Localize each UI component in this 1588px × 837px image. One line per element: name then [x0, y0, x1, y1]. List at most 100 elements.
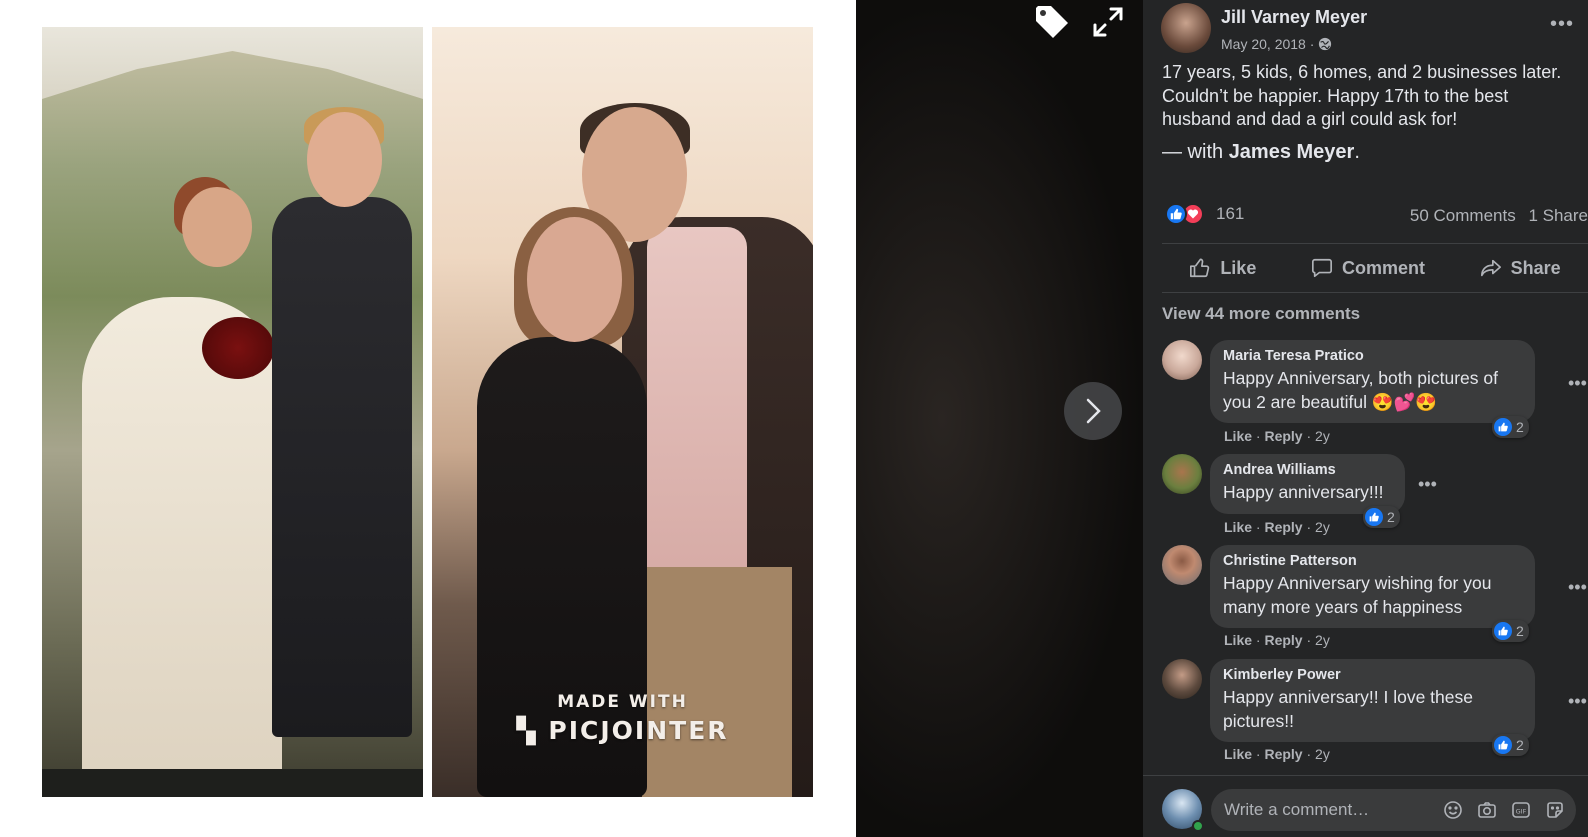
shares-count-link[interactable]: 1 Share [1528, 206, 1588, 225]
comment-meta: Like · Reply · 2y [1224, 632, 1330, 648]
man-shirt [647, 227, 747, 587]
like-reaction-icon [1494, 736, 1512, 754]
commenter-name[interactable]: Andrea Williams [1223, 462, 1392, 478]
comment-reply-link[interactable]: Reply [1264, 519, 1302, 535]
comment-meta: Like · Reply · 2y [1224, 746, 1330, 762]
comment-reaction-count: 2 [1516, 737, 1524, 753]
like-reaction-icon [1165, 203, 1187, 225]
comment-age[interactable]: 2y [1315, 519, 1330, 535]
comment-icon [1311, 258, 1332, 278]
comment-button[interactable]: Comment [1311, 257, 1425, 279]
emoji-icon[interactable] [1442, 799, 1464, 821]
online-status-icon [1192, 820, 1204, 832]
composer-tools: GIF [1442, 789, 1566, 831]
comment-options-icon[interactable]: ••• [1568, 577, 1587, 598]
comment-label: Comment [1341, 257, 1425, 278]
like-button[interactable]: Like [1189, 257, 1256, 279]
post-timestamp[interactable]: May 20, 2018 · [1221, 36, 1332, 52]
comment-meta: Like · Reply · 2y [1224, 519, 1330, 535]
comment-bubble: Christine Patterson Happy Anniversary wi… [1210, 545, 1535, 628]
comment-options-icon[interactable]: ••• [1568, 373, 1587, 394]
comment-input[interactable] [1224, 800, 1424, 820]
comment-reply-link[interactable]: Reply [1264, 632, 1302, 648]
tag-icon[interactable] [1032, 2, 1072, 42]
comment-text: Happy Anniversary wishing for you many m… [1223, 573, 1492, 617]
commenter-avatar[interactable] [1162, 454, 1202, 494]
comment-like-link[interactable]: Like [1224, 519, 1252, 535]
comment-reactions[interactable]: 2 [1492, 620, 1529, 642]
chevron-right-icon [1086, 398, 1101, 424]
post-side-panel: Jill Varney Meyer May 20, 2018 · ••• 17 … [1143, 0, 1588, 837]
gif-icon[interactable]: GIF [1510, 799, 1532, 821]
reaction-count: 161 [1216, 204, 1245, 223]
bouquet [202, 317, 274, 379]
comment-age[interactable]: 2y [1315, 428, 1330, 444]
sticker-icon[interactable] [1544, 799, 1566, 821]
comment-text: Happy anniversary!!! [1223, 482, 1384, 502]
with-suffix: . [1354, 141, 1360, 163]
comment-reaction-count: 2 [1387, 509, 1395, 525]
like-reaction-icon [1494, 622, 1512, 640]
like-reaction-icon [1365, 508, 1383, 526]
with-prefix: — with [1162, 141, 1229, 163]
reactions-summary[interactable]: 161 [1165, 203, 1244, 225]
divider [1162, 292, 1588, 293]
comment-text: Happy anniversary!! I love these picture… [1223, 687, 1473, 731]
post-action-bar: Like Comment Share [1162, 244, 1588, 292]
comment-input-box[interactable]: GIF [1211, 789, 1576, 831]
thumbs-up-icon [1190, 258, 1210, 278]
woman-face [527, 217, 622, 342]
groom-suit [272, 197, 412, 737]
comment-bubble: Kimberley Power Happy anniversary!! I lo… [1210, 659, 1535, 742]
man-pants [642, 567, 792, 797]
comment-age[interactable]: 2y [1315, 746, 1330, 762]
comment-like-link[interactable]: Like [1224, 632, 1252, 648]
comment-reactions[interactable]: 2 [1492, 416, 1529, 438]
share-label: Share [1510, 257, 1561, 278]
divider [1143, 775, 1588, 776]
post-header: Jill Varney Meyer May 20, 2018 · ••• [1161, 3, 1588, 59]
comment-reactions[interactable]: 2 [1363, 506, 1400, 528]
comment-age[interactable]: 2y [1315, 632, 1330, 648]
comment-reply-link[interactable]: Reply [1264, 746, 1302, 762]
post-options-icon[interactable]: ••• [1550, 13, 1574, 36]
commenter-name[interactable]: Kimberley Power [1223, 667, 1522, 683]
commenter-name[interactable]: Christine Patterson [1223, 553, 1522, 569]
commenter-name[interactable]: Maria Teresa Pratico [1223, 348, 1522, 364]
comment-meta: Like · Reply · 2y [1224, 428, 1330, 444]
author-name[interactable]: Jill Varney Meyer [1221, 7, 1367, 28]
comment-options-icon[interactable]: ••• [1568, 691, 1587, 712]
comment-bubble: Andrea Williams Happy anniversary!!! [1210, 454, 1405, 514]
comment-reactions[interactable]: 2 [1492, 734, 1529, 756]
post-text: 17 years, 5 kids, 6 homes, and 2 busines… [1162, 62, 1562, 129]
globe-icon [1319, 37, 1332, 51]
comment-like-link[interactable]: Like [1224, 746, 1252, 762]
commenter-avatar[interactable] [1162, 545, 1202, 585]
view-more-comments-link[interactable]: View 44 more comments [1162, 304, 1360, 324]
comment-text: Happy Anniversary, both pictures of you … [1223, 368, 1498, 412]
like-label: Like [1220, 257, 1257, 278]
next-photo-button[interactable] [1064, 382, 1122, 440]
expand-icon[interactable] [1090, 4, 1126, 40]
post-stats: 50 Comments 1 Share [1402, 206, 1588, 226]
author-avatar[interactable] [1161, 3, 1211, 53]
comment-like-link[interactable]: Like [1224, 428, 1252, 444]
tagged-person-link[interactable]: James Meyer [1229, 141, 1355, 163]
comment-reply-link[interactable]: Reply [1264, 428, 1302, 444]
commenter-avatar[interactable] [1162, 659, 1202, 699]
share-button[interactable]: Share [1480, 257, 1561, 279]
comments-count-link[interactable]: 50 Comments [1410, 206, 1516, 225]
tagged-with: — with James Meyer. [1162, 141, 1360, 164]
like-reaction-icon [1494, 418, 1512, 436]
svg-text:GIF: GIF [1516, 808, 1527, 816]
post-photo[interactable]: MADE WITH ▚ PICJOINTER [0, 0, 856, 837]
commenter-avatar[interactable] [1162, 340, 1202, 380]
camera-icon[interactable] [1476, 799, 1498, 821]
groom-face [307, 112, 382, 207]
post-date-text: May 20, 2018 · [1221, 36, 1315, 52]
comment-reaction-count: 2 [1516, 623, 1524, 639]
watermark-made-with: MADE WITH [557, 692, 688, 712]
share-icon [1480, 259, 1501, 277]
photo-viewer: MADE WITH ▚ PICJOINTER [0, 0, 1143, 837]
comment-options-icon[interactable]: ••• [1418, 474, 1437, 495]
